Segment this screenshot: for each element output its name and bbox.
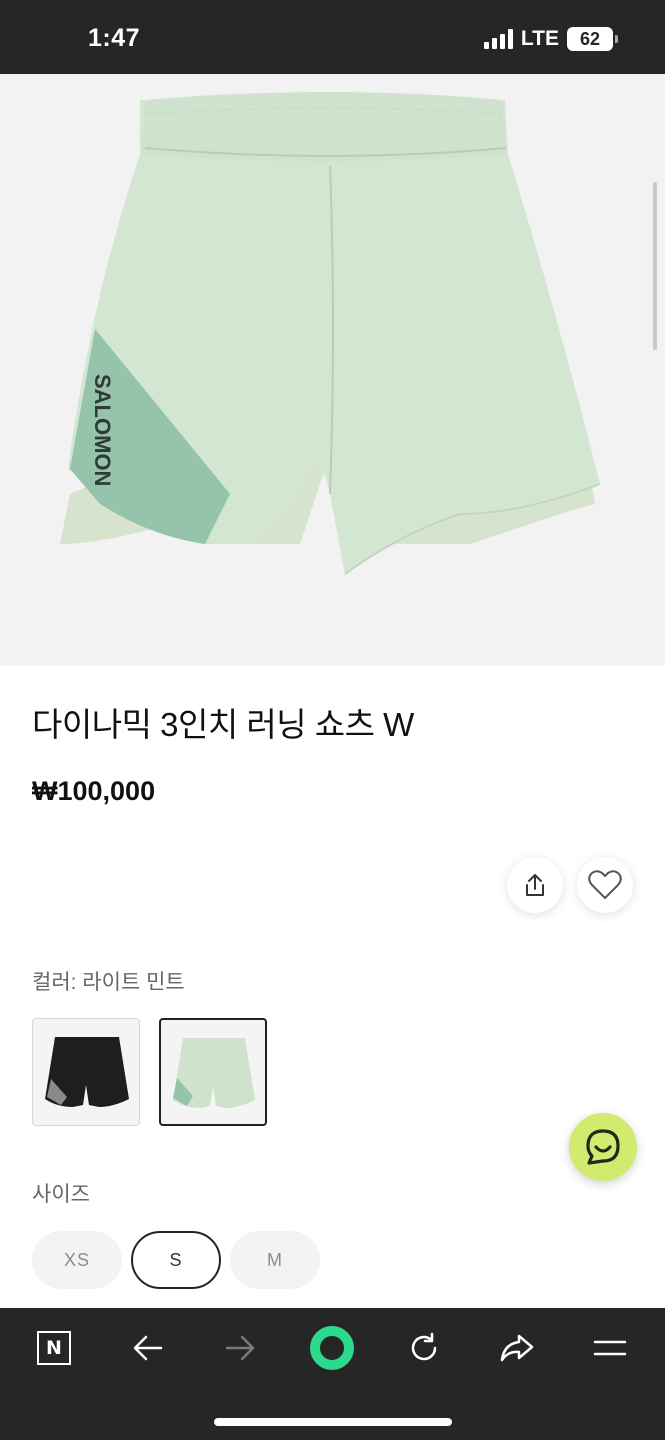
signal-icon bbox=[483, 29, 513, 49]
n-logo-button[interactable]: N bbox=[24, 1328, 84, 1368]
menu-button[interactable] bbox=[580, 1328, 640, 1368]
shorts-illustration: SALOMON bbox=[60, 92, 601, 575]
browser-bottom-bar: N bbox=[0, 1308, 665, 1440]
n-logo-icon: N bbox=[37, 1331, 71, 1365]
menu-icon bbox=[593, 1340, 627, 1356]
like-button[interactable] bbox=[577, 857, 633, 913]
home-button[interactable] bbox=[302, 1326, 362, 1370]
share-page-button[interactable] bbox=[487, 1328, 547, 1368]
share-button[interactable] bbox=[507, 857, 563, 913]
status-indicators: LTE 62 bbox=[483, 27, 618, 51]
product-price: ₩100,000 bbox=[32, 776, 156, 806]
chat-button[interactable] bbox=[569, 1113, 637, 1181]
status-bar: 1:47 LTE 62 bbox=[0, 0, 665, 74]
forward-button[interactable] bbox=[210, 1328, 270, 1368]
share-arrow-icon bbox=[500, 1334, 534, 1362]
reload-icon bbox=[411, 1332, 437, 1361]
scroll-indicator[interactable] bbox=[653, 182, 657, 350]
color-label: 컬러: 라이트 민트 bbox=[32, 971, 185, 994]
size-option-xs[interactable]: XS bbox=[32, 1231, 122, 1289]
home-indicator bbox=[214, 1418, 452, 1426]
product-title: 다이나믹 3인치 러닝 쇼츠 W bbox=[32, 706, 414, 743]
back-button[interactable] bbox=[118, 1328, 178, 1368]
size-option-s[interactable]: S bbox=[131, 1231, 221, 1289]
forward-arrow-icon bbox=[225, 1335, 255, 1361]
back-arrow-icon bbox=[133, 1335, 163, 1361]
brand-print: SALOMON bbox=[90, 374, 115, 486]
color-swatch-black[interactable] bbox=[32, 1018, 140, 1126]
share-icon bbox=[526, 874, 544, 896]
home-ring-icon bbox=[310, 1326, 354, 1370]
product-image[interactable]: SALOMON bbox=[0, 74, 665, 666]
battery-icon: 62 bbox=[567, 27, 618, 51]
chat-icon bbox=[586, 1129, 620, 1165]
color-swatch-light-mint[interactable] bbox=[159, 1018, 267, 1126]
heart-icon bbox=[588, 870, 622, 899]
network-label: LTE bbox=[520, 27, 559, 50]
size-label: 사이즈 bbox=[32, 1183, 90, 1206]
size-option-m[interactable]: M bbox=[230, 1231, 320, 1289]
black-shorts-thumbnail bbox=[45, 1037, 129, 1107]
mint-shorts-thumbnail bbox=[173, 1038, 255, 1108]
status-time: 1:47 bbox=[88, 24, 141, 52]
reload-button[interactable] bbox=[394, 1328, 454, 1368]
